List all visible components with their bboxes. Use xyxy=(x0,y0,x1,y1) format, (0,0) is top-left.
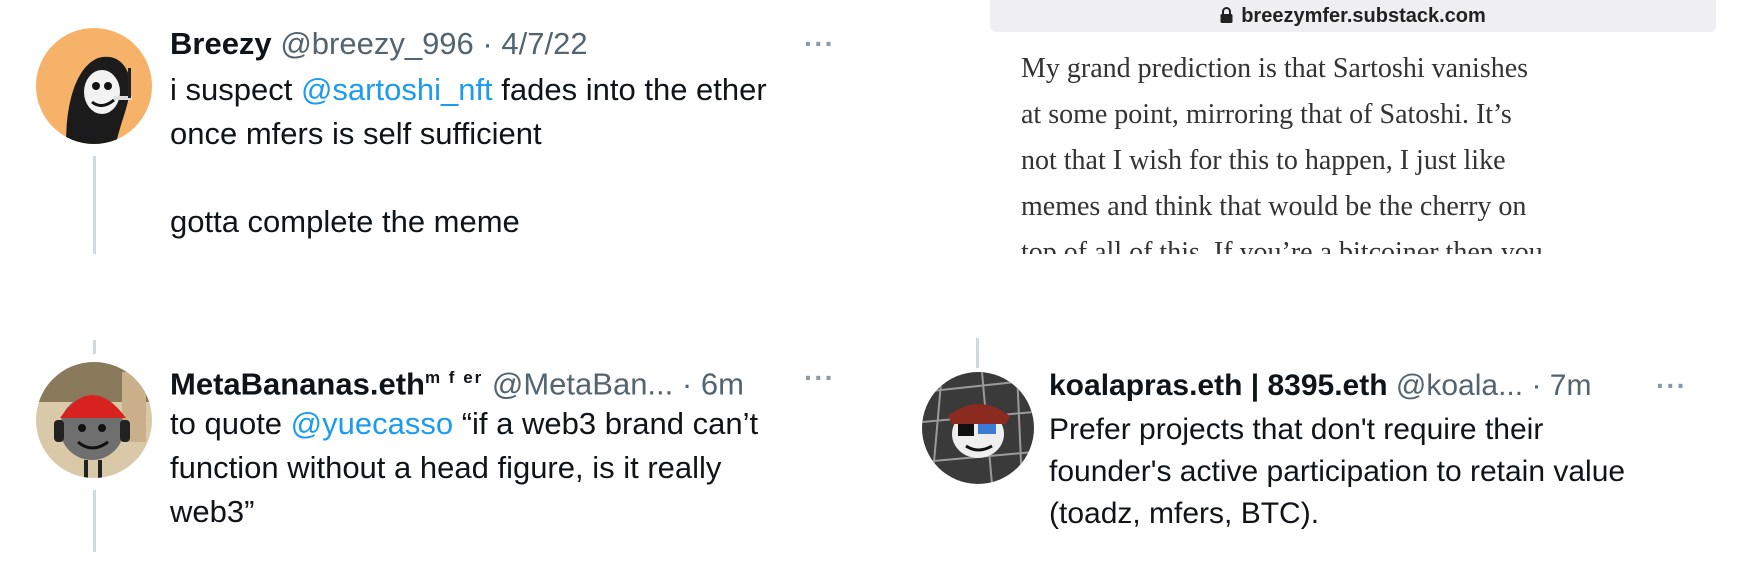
more-options-icon[interactable]: ··· xyxy=(804,364,835,392)
article-line: at some point, mirroring that of Satoshi… xyxy=(1021,99,1512,130)
timestamp[interactable]: 6m xyxy=(701,366,744,401)
thread-line xyxy=(93,340,96,354)
thread-line xyxy=(93,156,96,254)
name-suffix: m f er xyxy=(424,368,484,387)
more-options-icon[interactable]: ··· xyxy=(1656,372,1687,400)
sketch-avatar-icon xyxy=(922,372,1034,484)
separator: · xyxy=(1531,369,1542,402)
avatar-koalapras[interactable] xyxy=(922,372,1034,484)
article-line: not that I wish for this to happen, I ju… xyxy=(1021,145,1506,176)
display-name[interactable]: koalapras.eth | 8395.eth xyxy=(1049,369,1388,402)
browser-url-bar[interactable]: breezymfer.substack.com xyxy=(990,0,1716,32)
mfer-avatar-icon xyxy=(36,28,152,144)
article-line: top of all of this. If you’re a bitcoine… xyxy=(1021,237,1543,254)
more-options-icon[interactable]: ··· xyxy=(804,30,835,58)
timestamp[interactable]: 7m xyxy=(1550,369,1592,402)
tweet-text-line: i suspect @sartoshi_nft fades into the e… xyxy=(170,68,767,112)
separator: · xyxy=(482,26,493,61)
avatar-breezy[interactable] xyxy=(36,28,152,144)
display-name[interactable]: Breezy xyxy=(170,26,272,61)
tweet-text-line: web3” xyxy=(170,494,255,529)
tweet-text-line: Prefer projects that don't require their xyxy=(1049,413,1544,446)
handle[interactable]: @koala... xyxy=(1396,369,1523,402)
tweet-text: “if a web3 brand can’t xyxy=(453,406,759,441)
tweet-header: koalapras.eth | 8395.eth @koala... · 7m xyxy=(1049,368,1591,404)
mention-link[interactable]: @sartoshi_nft xyxy=(301,72,493,107)
tweet-header: Breezy @breezy_996 · 4/7/22 xyxy=(170,26,588,62)
article-line: My grand prediction is that Sartoshi van… xyxy=(1021,53,1529,84)
handle[interactable]: @MetaBan... xyxy=(492,366,673,401)
thread-line xyxy=(976,338,979,368)
separator: · xyxy=(681,366,693,402)
thread-line xyxy=(93,490,96,552)
tweet-text-line: function without a head figure, is it re… xyxy=(170,450,722,485)
tweet-text-line: (toadz, mfers, BTC). xyxy=(1049,497,1320,530)
tweet-text: to quote xyxy=(170,406,291,441)
display-name[interactable]: MetaBananas.eth xyxy=(170,366,425,401)
mention-link[interactable]: @yuecasso xyxy=(291,406,453,441)
tweet-text-line: once mfers is self sufficient xyxy=(170,116,542,151)
tweet-text: i suspect xyxy=(170,72,301,107)
tweet-text-line: to quote @yuecasso “if a web3 brand can’… xyxy=(170,402,758,446)
article-line: memes and think that would be the cherry… xyxy=(1021,191,1527,222)
article-text: My grand prediction is that Sartoshi van… xyxy=(1021,46,1721,254)
lock-icon xyxy=(1220,1,1233,33)
tweet-text-line: founder's active participation to retain… xyxy=(1049,455,1626,488)
tweet-header: MetaBananas.ethm f er @MetaBan... · 6m xyxy=(170,360,744,402)
tweet-text-line: gotta complete the meme xyxy=(170,204,520,239)
url-text: breezymfer.substack.com xyxy=(1241,5,1486,27)
mfer-headphones-avatar-icon xyxy=(36,362,152,478)
timestamp[interactable]: 4/7/22 xyxy=(501,26,587,61)
avatar-metabananas[interactable] xyxy=(36,362,152,478)
handle[interactable]: @breezy_996 xyxy=(280,26,473,61)
tweet-text: fades into the ether xyxy=(492,72,767,107)
